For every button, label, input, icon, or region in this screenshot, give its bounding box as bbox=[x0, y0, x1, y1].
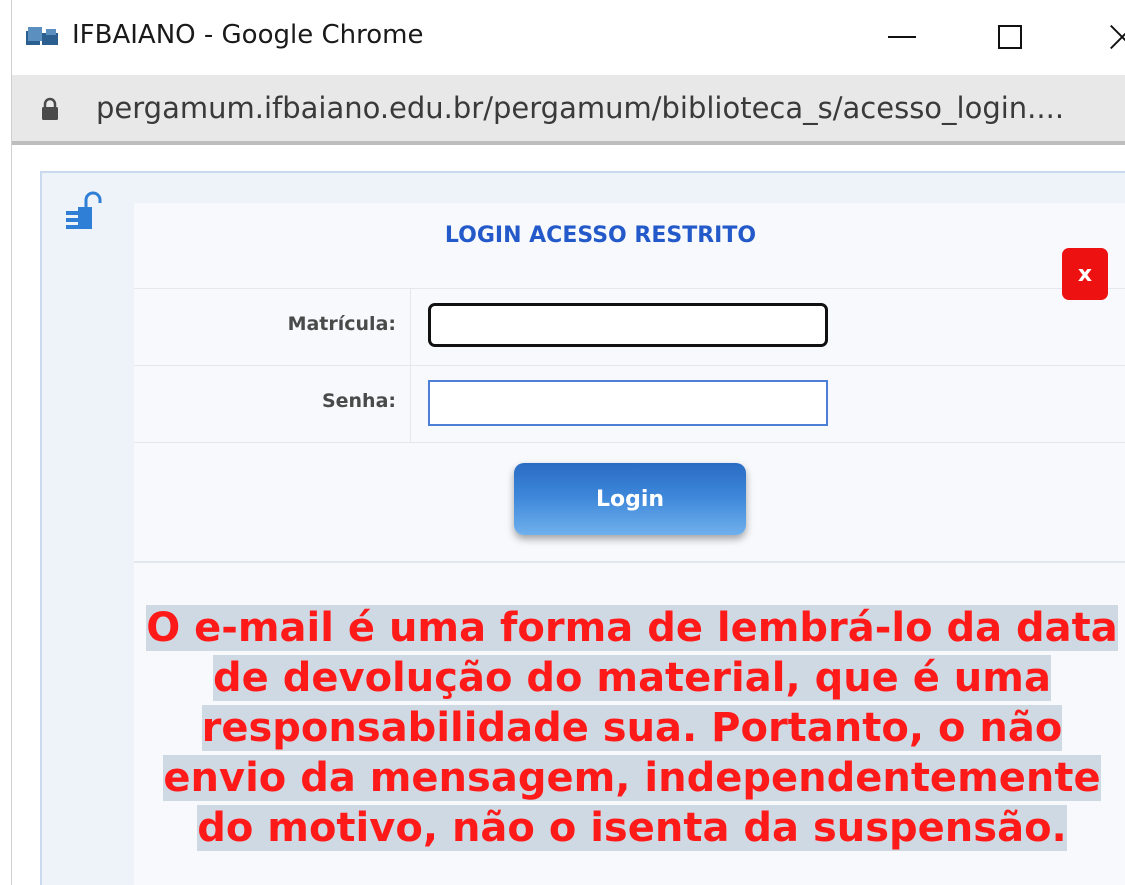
title-bar: IFBAIANO - Google Chrome bbox=[12, 0, 1125, 75]
address-bar[interactable]: pergamum.ifbaiano.edu.br/pergamum/biblio… bbox=[12, 75, 1125, 145]
matricula-label: Matrícula: bbox=[287, 313, 396, 335]
senha-input[interactable] bbox=[428, 380, 828, 426]
login-button[interactable]: Login bbox=[514, 463, 746, 535]
matricula-label-cell: Matrícula: bbox=[134, 289, 411, 365]
matricula-input[interactable] bbox=[428, 303, 828, 347]
login-box: LOGIN ACESSO RESTRITO x Matrícula: Senha… bbox=[134, 203, 1125, 885]
page-content: LOGIN ACESSO RESTRITO x Matrícula: Senha… bbox=[12, 145, 1125, 885]
login-header: LOGIN ACESSO RESTRITO x bbox=[134, 203, 1125, 300]
login-title: LOGIN ACESSO RESTRITO bbox=[444, 223, 757, 248]
maximize-button[interactable] bbox=[980, 12, 1040, 62]
notice-area: O e-mail é uma forma de lembrá-lo da dat… bbox=[134, 563, 1125, 885]
open-padlock-login-icon bbox=[66, 191, 102, 229]
senha-label: Senha: bbox=[321, 390, 396, 412]
close-icon bbox=[1110, 24, 1125, 50]
login-panel: LOGIN ACESSO RESTRITO x Matrícula: Senha… bbox=[40, 171, 1125, 885]
button-row: Login bbox=[134, 443, 1125, 563]
url-text[interactable]: pergamum.ifbaiano.edu.br/pergamum/biblio… bbox=[96, 91, 1064, 125]
senha-label-cell: Senha: bbox=[134, 366, 411, 442]
matricula-row: Matrícula: bbox=[134, 289, 1125, 366]
lock-icon bbox=[42, 97, 58, 120]
browser-window: IFBAIANO - Google Chrome pergamum.ifbaia… bbox=[0, 0, 1125, 885]
notice-message: O e-mail é uma forma de lembrá-lo da dat… bbox=[146, 605, 1118, 851]
minimize-button[interactable] bbox=[872, 12, 932, 62]
senha-row: Senha: bbox=[134, 366, 1125, 443]
maximize-icon bbox=[998, 25, 1022, 49]
close-window-button[interactable] bbox=[1087, 12, 1125, 62]
background-window-edge bbox=[0, 0, 12, 885]
window-title: IFBAIANO - Google Chrome bbox=[72, 20, 424, 50]
minimize-icon bbox=[888, 36, 916, 38]
app-icon bbox=[26, 27, 58, 45]
notice-text: O e-mail é uma forma de lembrá-lo da dat… bbox=[142, 603, 1122, 853]
